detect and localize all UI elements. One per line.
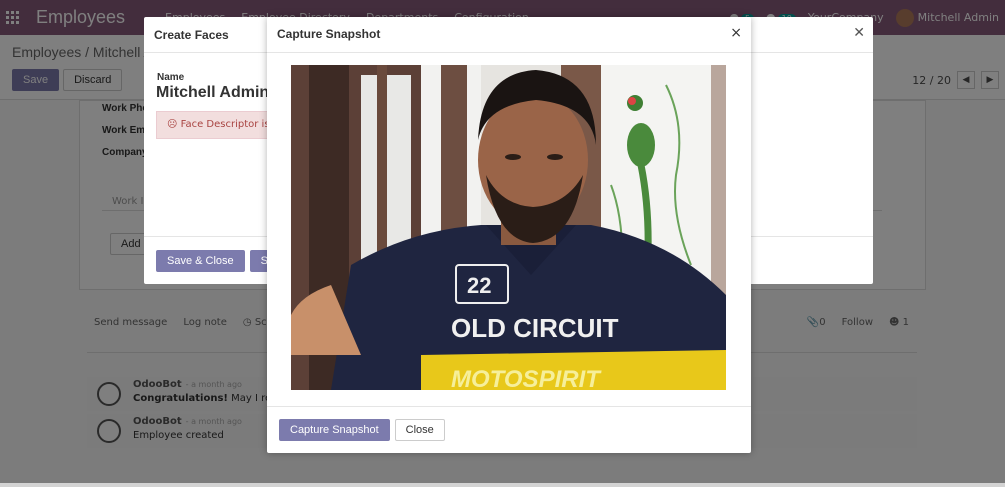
shirt-text-1: OLD CIRCUIT (451, 313, 619, 343)
warning-icon: ☹ (167, 119, 178, 130)
capture-snapshot-button[interactable]: Capture Snapshot (279, 419, 390, 441)
capture-snapshot-header: Capture Snapshot × (267, 17, 751, 53)
employee-name: Mitchell Admin (156, 84, 270, 101)
name-label: Name (157, 72, 185, 83)
webcam-preview: 22 OLD CIRCUIT MOTOSPIRIT (291, 65, 726, 390)
capture-snapshot-dialog: Capture Snapshot × 22 OLD CIRCUIT MOTOSP… (267, 17, 751, 453)
capture-snapshot-footer: Capture Snapshot Close (267, 406, 751, 453)
bottom-strip (0, 483, 1005, 487)
capture-snapshot-buttons: Capture Snapshot Close (279, 419, 445, 441)
create-faces-title: Create Faces (154, 27, 229, 42)
close-icon[interactable]: ✕ (853, 25, 865, 41)
shirt-logo: 22 (467, 273, 491, 298)
save-close-button[interactable]: Save & Close (156, 250, 245, 272)
webcam-image: 22 OLD CIRCUIT MOTOSPIRIT (291, 65, 726, 390)
close-icon[interactable]: × (730, 25, 742, 41)
shirt-text-2: MOTOSPIRIT (451, 366, 602, 390)
close-button[interactable]: Close (394, 419, 445, 441)
capture-snapshot-title: Capture Snapshot (277, 27, 381, 41)
